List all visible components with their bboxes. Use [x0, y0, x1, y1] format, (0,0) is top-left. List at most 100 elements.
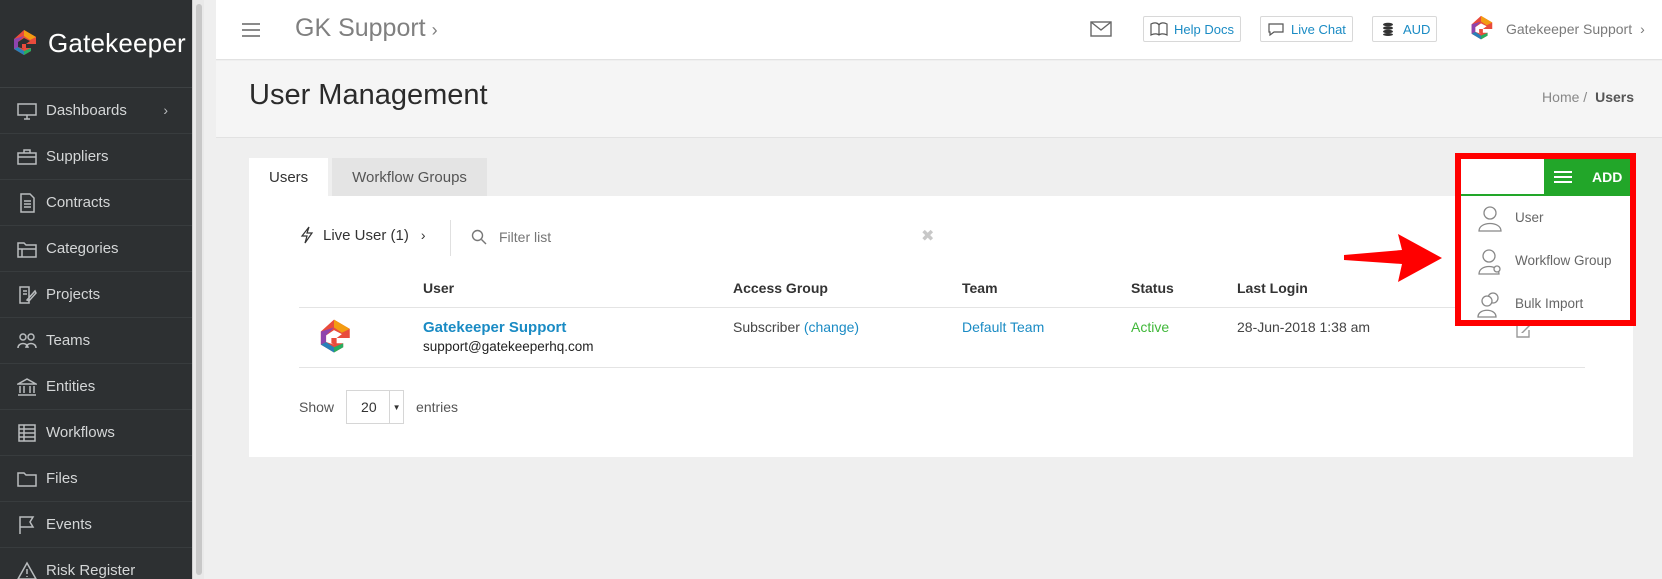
menu-lines-icon: [1554, 168, 1572, 186]
live-user-toggle[interactable]: Live User (1) ›: [299, 226, 426, 244]
sidebar-item-projects[interactable]: Projects: [0, 272, 204, 318]
live-chat-button[interactable]: Live Chat: [1260, 16, 1353, 42]
folder-icon: [16, 468, 38, 490]
chevron-right-icon: ›: [163, 102, 168, 118]
profile-menu[interactable]: Gatekeeper Support ›: [1466, 14, 1645, 44]
sidebar-item-files[interactable]: Files: [0, 456, 204, 502]
page-size-value: 20: [361, 399, 377, 415]
column-header-last-login[interactable]: Last Login: [1237, 280, 1308, 296]
sidebar-item-label: Events: [46, 516, 92, 533]
chevron-right-icon: ›: [431, 20, 438, 40]
live-chat-label: Live Chat: [1291, 21, 1346, 37]
edit-document-icon: [16, 284, 38, 306]
breadcrumb-separator: /: [1583, 89, 1588, 105]
sidebar-item-label: Teams: [46, 332, 91, 349]
annotation-arrow: [1344, 234, 1442, 282]
column-header-user[interactable]: User: [423, 280, 454, 296]
user-group-icon: [1478, 248, 1501, 275]
breadcrumb-home[interactable]: Home: [1542, 89, 1579, 105]
team-link[interactable]: Default Team: [962, 319, 1044, 335]
top-bar: GK Support › Help Docs Live Chat AUD Gate…: [216, 0, 1662, 60]
caret-down-icon: ▼: [389, 391, 403, 423]
access-group-cell: Subscriber (change): [733, 319, 859, 335]
sidebar-item-label: Workflows: [46, 424, 115, 441]
users-import-icon: [1477, 291, 1499, 318]
document-icon: [16, 192, 38, 214]
search-icon: [471, 229, 487, 245]
breadcrumb: Home / Users: [1542, 89, 1634, 105]
change-access-link[interactable]: (change): [804, 319, 859, 335]
chat-bubble-icon: [1268, 23, 1284, 36]
folders-icon: [16, 238, 38, 260]
sidebar-item-label: Contracts: [46, 194, 111, 211]
add-menu-item-workflow-group[interactable]: Workflow Group: [1461, 239, 1630, 282]
sidebar-item-label: Suppliers: [46, 148, 109, 165]
page-title: User Management: [249, 79, 488, 111]
sidebar-item-categories[interactable]: Categories: [0, 226, 204, 272]
chevron-right-icon: ›: [1640, 21, 1645, 37]
briefcase-icon: [16, 146, 38, 168]
brand-name: Gatekeeper: [48, 28, 186, 58]
sidebar-nav: Dashboards › Suppliers Contracts Categor…: [0, 88, 204, 579]
sidebar-item-dashboards[interactable]: Dashboards ›: [0, 88, 204, 134]
lightning-icon: [300, 226, 314, 244]
hamburger-menu-icon[interactable]: [242, 23, 260, 37]
column-header-status[interactable]: Status: [1131, 280, 1174, 296]
add-dropdown-highlight: ADD User Workflow Group Bulk Import: [1455, 153, 1636, 326]
sidebar-item-teams[interactable]: Teams: [0, 318, 204, 364]
add-menu-item-bulk-import[interactable]: Bulk Import: [1461, 282, 1630, 325]
filter-input[interactable]: [499, 229, 669, 245]
add-menu-item-label: Bulk Import: [1515, 296, 1584, 311]
toolbar-divider: [450, 220, 451, 256]
add-button[interactable]: ADD: [1544, 159, 1630, 194]
sidebar-item-workflows[interactable]: Workflows: [0, 410, 204, 456]
sidebar-item-label: Risk Register: [46, 562, 136, 579]
sidebar-item-contracts[interactable]: Contracts: [0, 180, 204, 226]
help-docs-button[interactable]: Help Docs: [1143, 16, 1241, 42]
sidebar-item-events[interactable]: Events: [0, 502, 204, 548]
chevron-right-icon: ›: [420, 227, 426, 243]
add-menu-item-label: Workflow Group: [1515, 253, 1612, 268]
app-title[interactable]: GK Support ›: [295, 14, 438, 43]
user-icon: [1478, 205, 1502, 232]
mail-icon[interactable]: [1090, 20, 1112, 38]
page-size-control: Show 20 ▼ entries: [299, 390, 458, 424]
gatekeeper-logo-icon: [14, 29, 36, 55]
sidebar-scrollbar[interactable]: [192, 0, 204, 579]
column-header-team[interactable]: Team: [962, 280, 998, 296]
tab-users[interactable]: Users: [249, 158, 329, 196]
column-header-access-group[interactable]: Access Group: [733, 280, 828, 296]
entries-label: entries: [416, 399, 459, 415]
table-row: Gatekeeper Support support@gatekeeperhq.…: [299, 308, 1585, 368]
tab-bar: Users Workflow Groups: [249, 158, 491, 196]
access-group-value: Subscriber: [733, 319, 800, 335]
add-menu-item-user[interactable]: User: [1461, 196, 1630, 239]
avatar: [320, 319, 350, 353]
user-name-link[interactable]: Gatekeeper Support: [423, 319, 566, 336]
breadcrumb-current: Users: [1595, 89, 1634, 105]
sidebar-item-suppliers[interactable]: Suppliers: [0, 134, 204, 180]
add-menu-item-label: User: [1515, 210, 1544, 225]
users-table: User Access Group Team Status Last Login…: [299, 272, 1585, 368]
add-menu: User Workflow Group Bulk Import: [1461, 194, 1630, 325]
monitor-icon: [16, 100, 38, 122]
brand[interactable]: Gatekeeper: [0, 0, 204, 88]
sidebar-item-label: Categories: [46, 240, 119, 257]
tab-workflow-groups[interactable]: Workflow Groups: [332, 158, 487, 196]
scrollbar-thumb[interactable]: [196, 4, 202, 575]
avatar: [1471, 15, 1493, 40]
sidebar-item-risk-register[interactable]: Risk Register: [0, 548, 204, 579]
currency-button[interactable]: AUD: [1372, 16, 1438, 42]
add-button-label: ADD: [1592, 168, 1623, 185]
grid-table-icon: [16, 422, 38, 444]
bank-icon: [16, 376, 38, 398]
page-size-select[interactable]: 20 ▼: [346, 390, 405, 424]
sidebar-item-label: Dashboards: [46, 102, 127, 119]
filter-box: ✖: [471, 226, 934, 248]
clear-filter-icon[interactable]: ✖: [921, 226, 934, 246]
last-login-value: 28-Jun-2018 1:38 am: [1237, 319, 1371, 335]
page-header: User Management Home / Users: [216, 61, 1662, 138]
book-icon: [1150, 22, 1168, 36]
warning-icon: [16, 560, 38, 579]
sidebar-item-entities[interactable]: Entities: [0, 364, 204, 410]
